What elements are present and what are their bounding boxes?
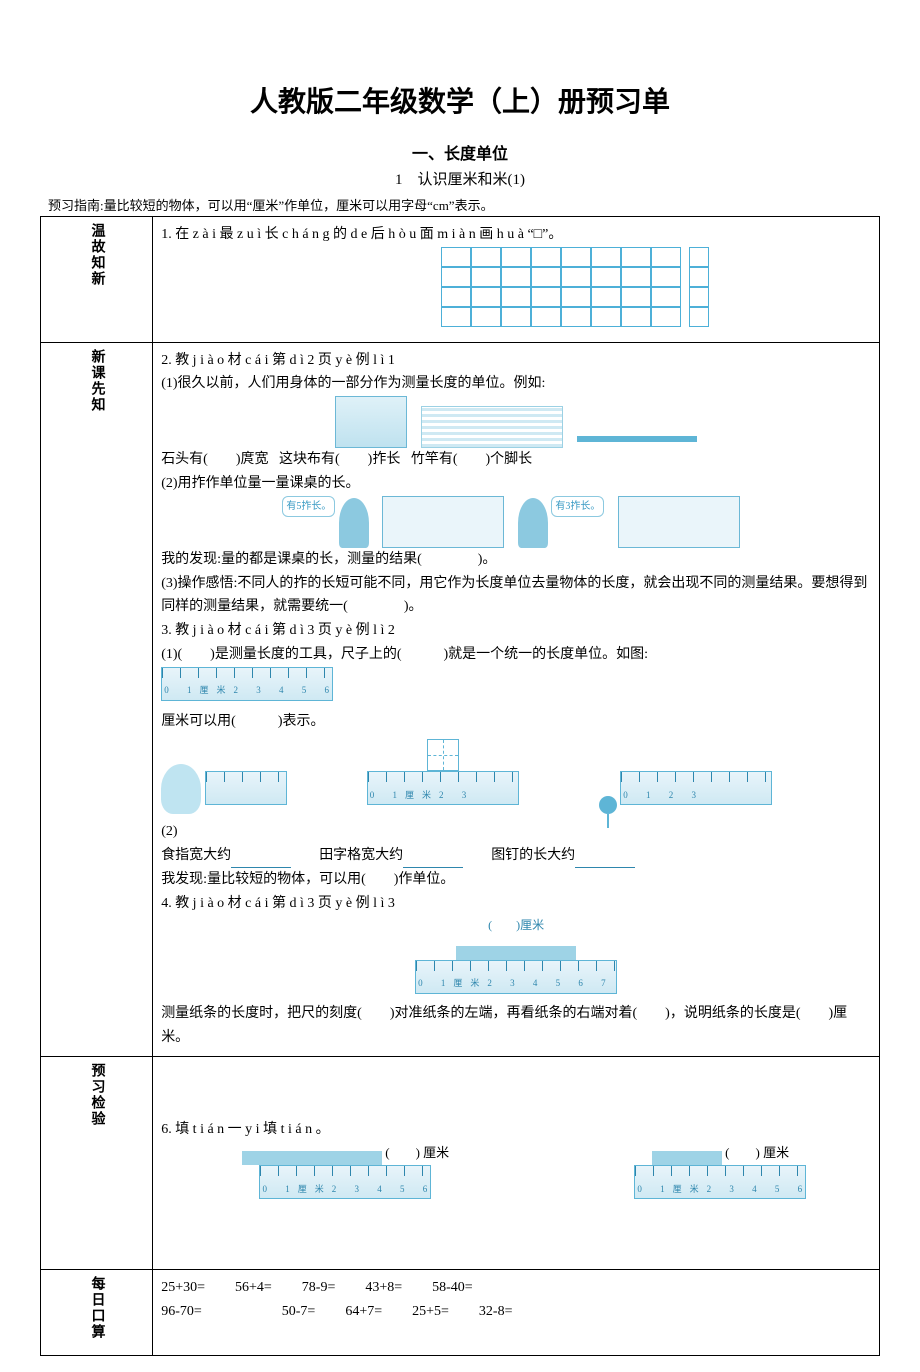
mental-line-1: 25+30= 56+4= 78-9= 43+8= 58-40= bbox=[161, 1276, 871, 1300]
new-lesson-content: 2. 教 j i à o 材 c á i 第 d ì 2 页 y è 例 l ì… bbox=[153, 342, 880, 1056]
q6-figures: ( ) 厘米 0 1厘米2 3 4 5 6 7 8 ( ) 厘米 0 1厘米2 … bbox=[161, 1142, 871, 1209]
q2-2-title: (2)用拃作单位量一量课桌的长。 bbox=[161, 472, 871, 496]
blank-finger[interactable] bbox=[231, 853, 291, 868]
calc-2d: 25+5= bbox=[412, 1300, 449, 1324]
q3-2-figures: 0 1厘米2 3 0 1 2 3 bbox=[161, 739, 871, 814]
thumbtack-icon bbox=[599, 796, 617, 814]
q4-figure: ( )厘米 0 1厘米2 3 4 5 6 7 8 bbox=[161, 915, 871, 1002]
answer-box-1[interactable] bbox=[689, 247, 709, 267]
calc-1c: 78-9= bbox=[302, 1276, 336, 1300]
bamboo-icon bbox=[577, 436, 697, 442]
answer-box-3[interactable] bbox=[689, 287, 709, 307]
worksheet-table: 温故知新 1. 在 z à i 最 z u ì 长 c h á n g 的 d … bbox=[40, 216, 880, 1356]
ruler-figure-1: 0 1厘米2 3 4 5 6 7 8 bbox=[161, 667, 333, 701]
calc-1e: 58-40= bbox=[432, 1276, 473, 1300]
adult-icon bbox=[518, 498, 548, 548]
section-label-mental: 每日口算 bbox=[41, 1269, 153, 1355]
q4-text: 测量纸条的长度时，把尺的刻度( )对准纸条的左端，再看纸条的右端对着( )，说明… bbox=[161, 1002, 871, 1050]
q3-1-cm: 厘米可以用( )表示。 bbox=[161, 710, 871, 734]
q3-title: 3. 教 j i à o 材 c á i 第 d ì 3 页 y è 例 l ì… bbox=[161, 619, 871, 643]
q2-1-answers: 石头有( )庹宽 这块布有( )拃长 竹竿有( )个脚长 bbox=[161, 448, 871, 472]
q2-2-finding: 我的发现:量的都是课桌的长，测量的结果( )。 bbox=[161, 548, 871, 572]
answer-box-2[interactable] bbox=[689, 267, 709, 287]
calc-2a: 96-70= bbox=[161, 1300, 202, 1324]
body-units-figure bbox=[161, 396, 871, 448]
q3-1-text: (1)( )是测量长度的工具，尺子上的( )就是一个统一的长度单位。如图: bbox=[161, 643, 871, 667]
q2-1-intro: (1)很久以前，人们用身体的一部分作为测量长度的单位。例如: bbox=[161, 372, 871, 396]
review-content: 1. 在 z à i 最 z u ì 长 c h á n g 的 d e 后 h… bbox=[153, 217, 880, 343]
fabric-icon bbox=[421, 406, 563, 448]
finger-icon bbox=[161, 764, 201, 814]
preview-guide: 预习指南:量比较短的物体，可以用“厘米”作单位，厘米可以用字母“cm”表示。 bbox=[40, 195, 880, 214]
stone-icon bbox=[335, 396, 407, 448]
q6-title: 6. 填 t i á n 一 y i 填 t i á n 。 bbox=[161, 1118, 871, 1142]
finger-ruler bbox=[205, 771, 287, 805]
mental-math-content: 25+30= 56+4= 78-9= 43+8= 58-40= 96-70= 5… bbox=[153, 1269, 880, 1355]
blank-tian[interactable] bbox=[403, 853, 463, 868]
q1-text: 1. 在 z à i 最 z u ì 长 c h á n g 的 d e 后 h… bbox=[161, 223, 871, 247]
q6-cm1-label: ( ) 厘米 bbox=[385, 1145, 449, 1160]
q4-title: 4. 教 j i à o 材 c á i 第 d ì 3 页 y è 例 l ì… bbox=[161, 892, 871, 916]
q6-ruler-2: 0 1厘米2 3 4 5 6 7 8 bbox=[634, 1165, 806, 1199]
desk-icon-1 bbox=[382, 496, 504, 548]
section-label-new: 新课先知 bbox=[41, 342, 153, 1056]
q6-ruler-1: 0 1厘米2 3 4 5 6 7 8 bbox=[259, 1165, 431, 1199]
strip-2 bbox=[652, 1151, 722, 1165]
check-content: 6. 填 t i á n 一 y i 填 t i á n 。 ( ) 厘米 0 … bbox=[153, 1056, 880, 1269]
q2-3-text: (3)操作感悟:不同人的拃的长短可能不同，用它作为长度单位去量物体的长度，就会出… bbox=[161, 572, 871, 620]
fish-comparison-figure bbox=[441, 247, 709, 327]
q6-cm2-label: ( ) 厘米 bbox=[725, 1145, 789, 1160]
section-label-check: 预习检验 bbox=[41, 1056, 153, 1269]
speech-bubble-1: 有5拃长。 bbox=[282, 496, 335, 517]
speech-bubble-2: 有3拃长。 bbox=[551, 496, 604, 517]
desk-measure-figure: 有5拃长。 有3拃长。 bbox=[161, 496, 871, 548]
calc-2b: 50-7= bbox=[282, 1300, 316, 1324]
q2-title: 2. 教 j i à o 材 c á i 第 d ì 2 页 y è 例 l ì… bbox=[161, 349, 871, 373]
calc-1b: 56+4= bbox=[235, 1276, 272, 1300]
answer-box-4[interactable] bbox=[689, 307, 709, 327]
section-title: 一、长度单位 bbox=[40, 140, 880, 164]
strip-1 bbox=[242, 1151, 382, 1165]
tian-ruler: 0 1厘米2 3 bbox=[367, 771, 519, 805]
lesson-title: 1 认识厘米和米(1) bbox=[40, 168, 880, 189]
blank-pin[interactable] bbox=[575, 853, 635, 868]
calc-2c: 64+7= bbox=[345, 1300, 382, 1324]
worksheet-page: 人教版二年级数学（上）册预习单 一、长度单位 1 认识厘米和米(1) 预习指南:… bbox=[0, 0, 920, 1372]
q3-2-row: (2) 食指宽大约 田字格宽大约 图钉的长大约 bbox=[161, 820, 871, 868]
calc-1d: 43+8= bbox=[365, 1276, 402, 1300]
main-title: 人教版二年级数学（上）册预习单 bbox=[40, 80, 880, 120]
tack-ruler: 0 1 2 3 bbox=[620, 771, 772, 805]
desk-icon-2 bbox=[618, 496, 740, 548]
q4-cm-label: ( )厘米 bbox=[161, 915, 871, 935]
section-label-review: 温故知新 bbox=[41, 217, 153, 343]
calc-1a: 25+30= bbox=[161, 1276, 205, 1300]
calc-2e: 32-8= bbox=[479, 1300, 513, 1324]
q3-2-finding: 我发现:量比较短的物体，可以用( )作单位。 bbox=[161, 868, 871, 892]
mental-line-2: 96-70= 50-7= 64+7= 25+5= 32-8= bbox=[161, 1300, 871, 1324]
child-icon bbox=[339, 498, 369, 548]
tian-grid-icon bbox=[427, 739, 459, 771]
paper-strip-icon bbox=[456, 946, 576, 960]
q4-ruler: 0 1厘米2 3 4 5 6 7 8 bbox=[415, 960, 617, 994]
